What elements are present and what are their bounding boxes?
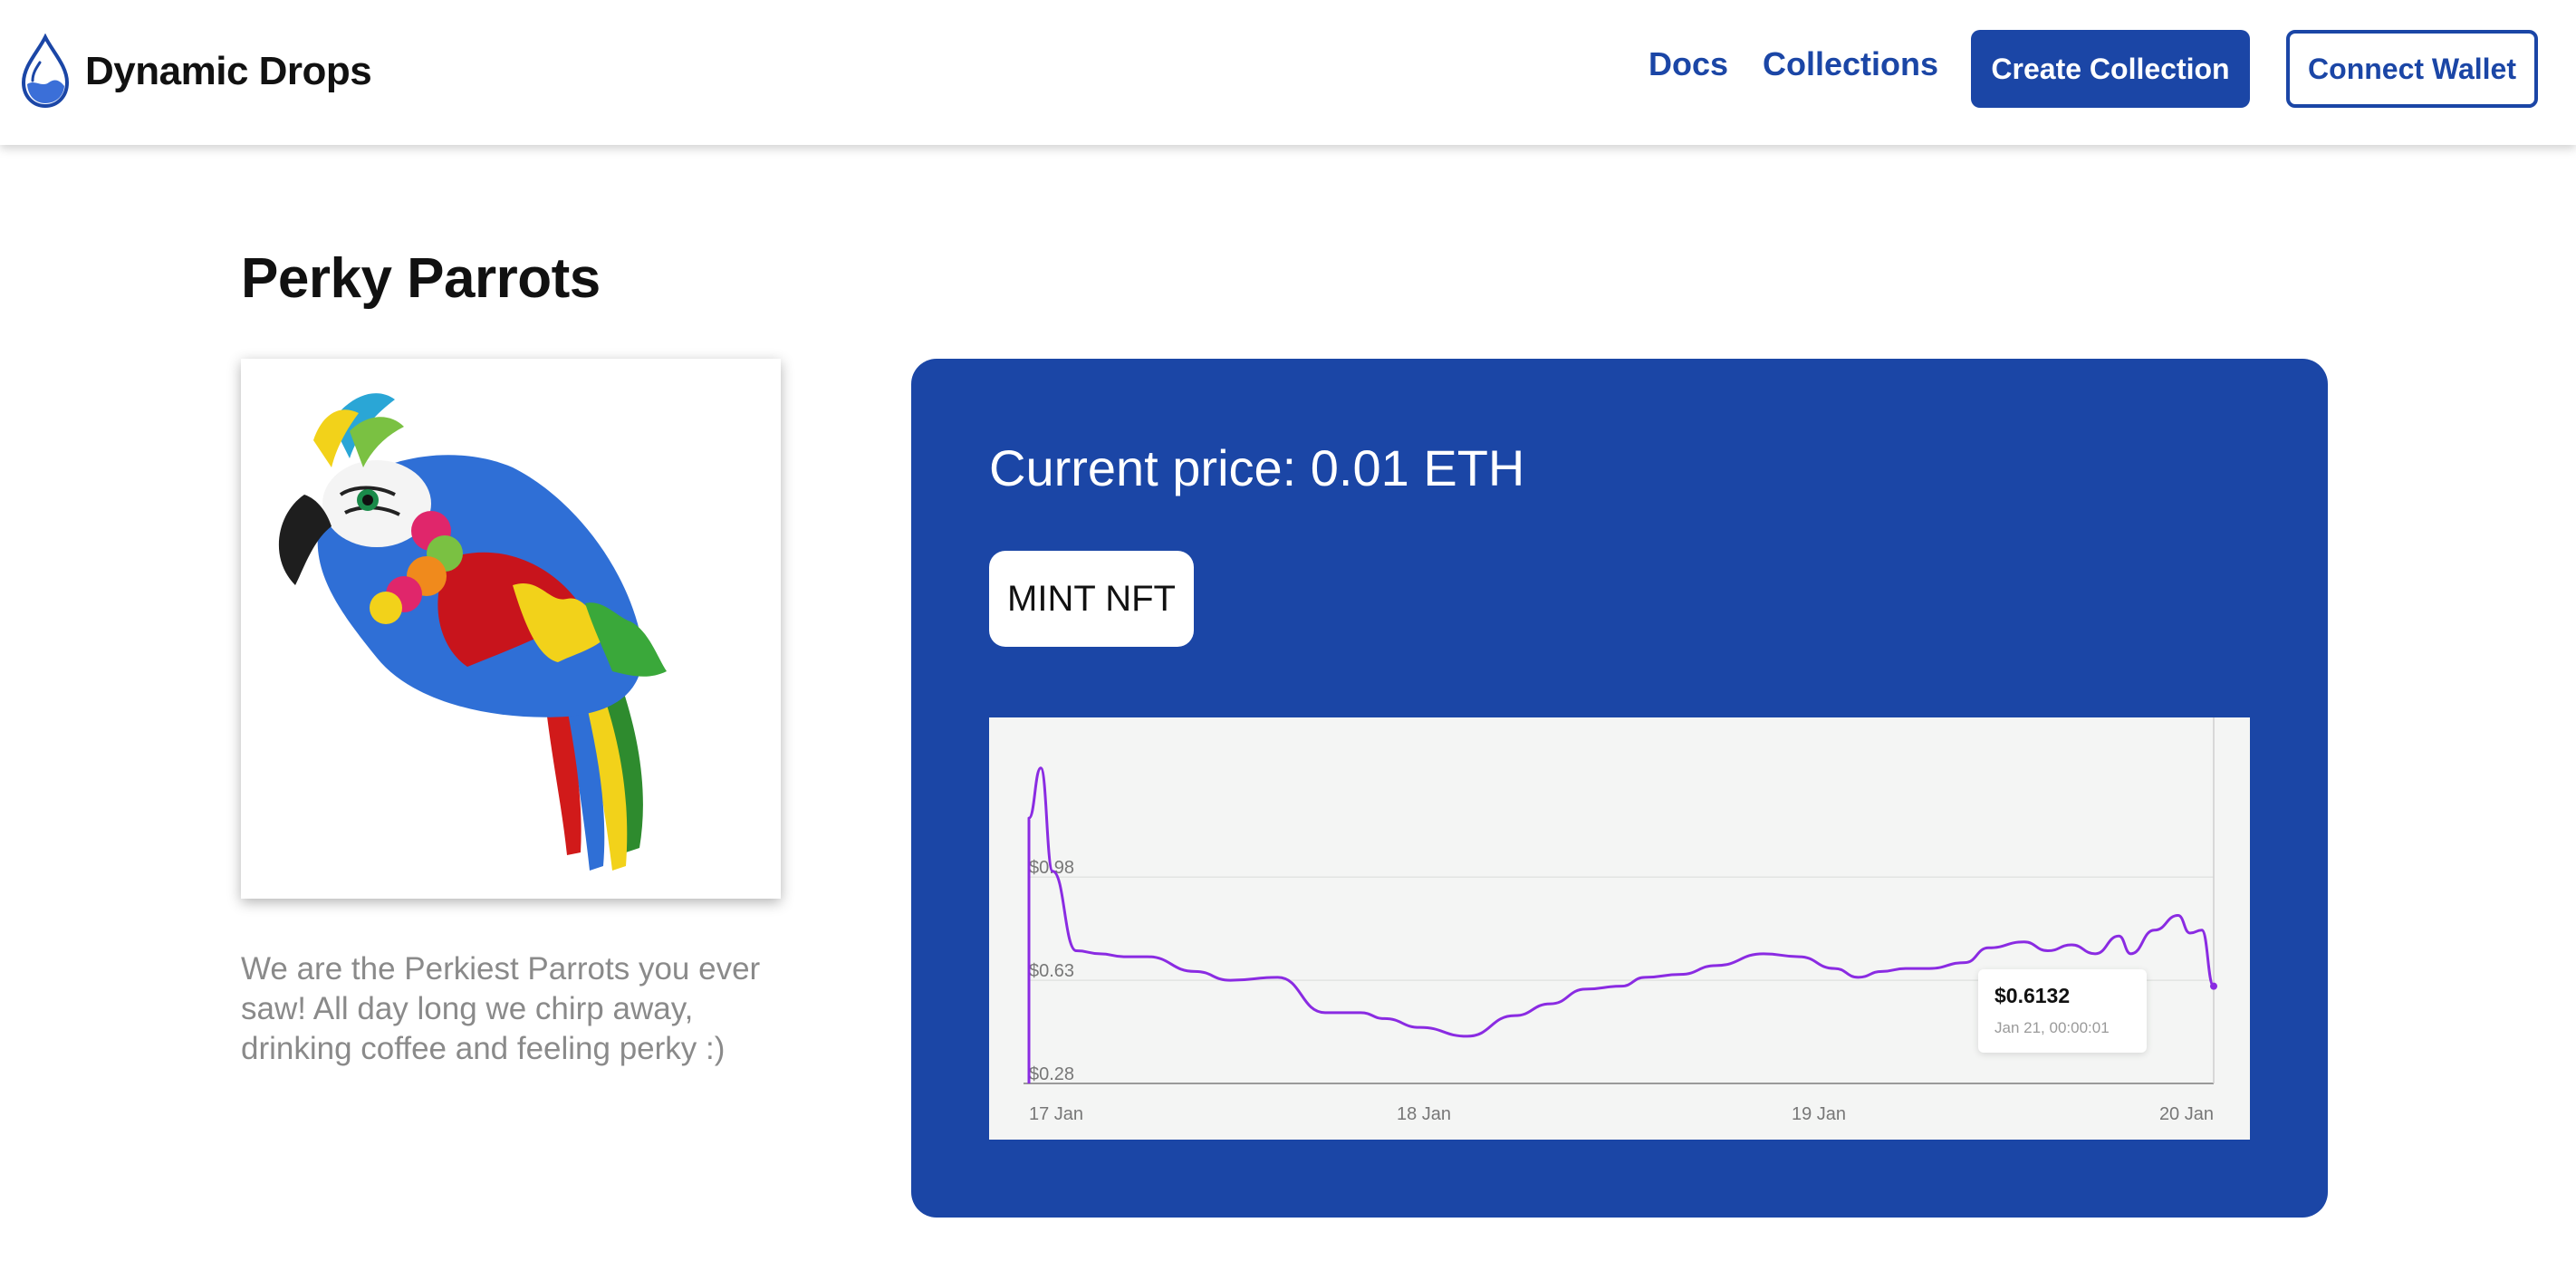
brand-logo-link[interactable]: Dynamic Drops xyxy=(18,31,372,112)
x-tick-label: 18 Jan xyxy=(1397,1104,1451,1124)
create-collection-button[interactable]: Create Collection xyxy=(1971,30,2250,108)
tooltip-value: $0.6132 xyxy=(1994,984,2071,1007)
price-chart-svg: $0.28$0.63$0.9817 Jan 18 Jan 19 Jan 20 Jan xyxy=(1024,717,2217,1124)
water-drop-icon xyxy=(21,34,70,109)
parrot-hat-image xyxy=(241,359,781,899)
collection-image xyxy=(241,359,781,899)
x-tick-label: 20 Jan xyxy=(2159,1104,2214,1124)
price-point-marker xyxy=(2210,982,2217,990)
page-title: Perky Parrots xyxy=(241,247,601,310)
nav-collections-link[interactable]: Collections xyxy=(1763,45,1938,83)
mint-nft-button[interactable]: MINT NFT xyxy=(989,551,1194,647)
brand-name: Dynamic Drops xyxy=(85,49,372,93)
current-price-label: Current price: 0.01 ETH xyxy=(989,439,1525,496)
price-chart[interactable]: $0.28 $0.63 $0.98 17 Jan 18 Jan 19 Jan 20 Jan … xyxy=(989,717,2250,1140)
price-panel: Current price: 0.01 ETH MINT NFT $0.28 $0… xyxy=(911,359,2328,1218)
x-tick-label: 17 Jan xyxy=(1029,1104,1083,1124)
y-tick-label: $0.63 xyxy=(1029,961,1074,981)
x-tick-label: 19 Jan xyxy=(1792,1104,1846,1124)
connect-wallet-button[interactable]: Connect Wallet xyxy=(2286,30,2538,108)
nav-docs-link[interactable]: Docs xyxy=(1648,45,1728,83)
y-tick-label: $0.28 xyxy=(1029,1064,1074,1084)
top-navbar: Dynamic Drops Docs Collections Create Co… xyxy=(0,0,2576,145)
chart-tooltip: $0.6132 Jan 21, 00:00:01 xyxy=(1978,969,2147,1053)
tooltip-time: Jan 21, 00:00:01 xyxy=(1994,1019,2110,1036)
collection-description: We are the Perkiest Parrots you ever saw… xyxy=(241,951,761,1066)
